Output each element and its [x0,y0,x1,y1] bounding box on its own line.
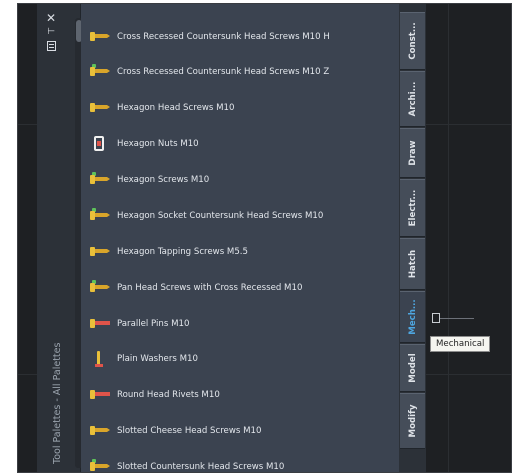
tool-label: Cross Recessed Countersunk Head Screws M… [117,67,330,77]
screw-icon [89,422,111,440]
tool-item[interactable]: Cross Recessed Countersunk Head Screws M… [89,24,395,50]
palette-title: Tool Palettes - All Palettes [52,342,63,464]
screw-icon [89,279,111,297]
grid-line [448,4,449,472]
screw-icon [89,207,111,225]
tool-item[interactable]: Plain Washers M10 [89,346,395,372]
tab-tooltip: Mechanical [430,336,491,352]
tool-label: Round Head Rivets M10 [117,390,220,400]
tool-item[interactable]: Hexagon Nuts M10 [89,131,395,157]
screw-icon [89,243,111,261]
tab-label: Mech... [407,299,418,335]
palette-tab-strip: Const... Archi... Draw Electr... Hatch M… [399,4,426,472]
palette-title-bar[interactable]: ✕ ⊢ Tool Palettes - All Palettes [37,4,83,472]
screw-icon [89,28,111,46]
tool-label: Hexagon Nuts M10 [117,139,199,149]
close-icon[interactable]: ✕ [45,12,57,24]
tab-model[interactable]: Model [400,344,425,392]
properties-icon[interactable] [45,40,57,52]
tool-label: Hexagon Screws M10 [117,175,210,185]
tool-item[interactable]: Hexagon Screws M10 [89,167,395,193]
tool-label: Hexagon Socket Countersunk Head Screws M… [117,211,324,221]
tool-palette-panel: Cross Recessed Countersunk Head Screws M… [81,4,399,472]
tool-item[interactable]: Pan Head Screws with Cross Recessed M10 [89,275,395,301]
tool-item[interactable]: Hexagon Head Screws M10 [89,95,395,121]
nut-icon [89,135,111,153]
tab-electrical[interactable]: Electr... [400,179,425,237]
tab-architectural[interactable]: Archi... [400,71,425,127]
tool-label: Pan Head Screws with Cross Recessed M10 [117,283,303,293]
tool-item[interactable]: Hexagon Socket Countersunk Head Screws M… [89,203,395,229]
tab-label: Hatch [407,249,418,279]
tool-item[interactable]: Parallel Pins M10 [89,311,395,337]
tab-construction[interactable]: Const... [400,12,425,70]
tool-label: Hexagon Head Screws M10 [117,103,235,113]
washer-icon [89,350,111,368]
tool-item[interactable]: Slotted Cheese Head Screws M10 [89,418,395,444]
auto-hide-icon[interactable]: ⊢ [45,26,57,38]
tool-label: Hexagon Tapping Screws M5.5 [117,247,248,257]
tab-label: Modify [407,404,418,438]
tool-item[interactable]: Slotted Countersunk Head Screws M10 [89,454,395,472]
screw-icon [89,171,111,189]
screw-icon [89,458,111,472]
autocad-window: ✕ ⊢ Tool Palettes - All Palettes Cross R… [17,3,512,473]
tab-label: Const... [407,22,418,60]
tab-draw[interactable]: Draw [400,128,425,178]
tab-label: Electr... [407,189,418,227]
cursor-crosshair-line [440,318,474,319]
cursor-marker [432,313,440,323]
screw-icon [89,99,111,117]
tool-label: Parallel Pins M10 [117,319,190,329]
tab-label: Draw [407,140,418,166]
tool-item[interactable]: Round Head Rivets M10 [89,382,395,408]
tool-label: Slotted Countersunk Head Screws M10 [117,462,285,472]
tab-mechanical[interactable]: Mech... [400,291,425,343]
tab-label: Archi... [407,81,418,117]
tab-modify[interactable]: Modify [400,393,425,449]
pin-icon [89,315,111,333]
tool-label: Cross Recessed Countersunk Head Screws M… [117,32,330,42]
tab-label: Model [407,353,418,383]
tool-label: Plain Washers M10 [117,354,198,364]
tool-item[interactable]: Hexagon Tapping Screws M5.5 [89,239,395,265]
screw-icon [89,63,111,81]
tool-item[interactable]: Cross Recessed Countersunk Head Screws M… [89,59,395,85]
rivet-icon [89,386,111,404]
tool-label: Slotted Cheese Head Screws M10 [117,426,262,436]
tab-hatch[interactable]: Hatch [400,238,425,290]
